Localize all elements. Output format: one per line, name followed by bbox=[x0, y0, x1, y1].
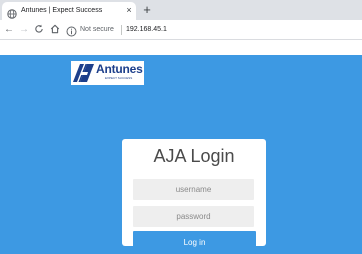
login-form: Log in bbox=[122, 139, 266, 254]
globe-icon bbox=[7, 6, 17, 19]
security-status: Not secure bbox=[80, 26, 114, 33]
reload-icon[interactable] bbox=[32, 22, 46, 37]
logo-mark-icon bbox=[73, 64, 94, 82]
tab-close-icon[interactable]: × bbox=[124, 5, 134, 16]
tab-title: Antunes | Expect Success bbox=[21, 7, 103, 14]
logo-name: Antunes bbox=[96, 62, 143, 76]
url-text[interactable]: 192.168.45.1 bbox=[126, 24, 167, 36]
forward-arrow-icon[interactable]: → bbox=[17, 22, 31, 37]
page-top-strip bbox=[0, 41, 362, 55]
omnibox-divider bbox=[121, 25, 122, 35]
home-icon[interactable] bbox=[48, 22, 62, 37]
tab-strip: Antunes | Expect Success × + bbox=[0, 0, 362, 20]
browser-tab[interactable]: Antunes | Expect Success × bbox=[2, 2, 136, 20]
info-icon[interactable] bbox=[66, 24, 77, 37]
browser-toolbar: ← → Not secure 192.168.45.1 bbox=[0, 20, 362, 40]
logo-tagline: EXPECT SUCCESS bbox=[105, 76, 133, 80]
login-card: AJA Login Log in bbox=[122, 139, 266, 254]
username-input[interactable] bbox=[133, 179, 254, 200]
address-bar[interactable]: Not secure 192.168.45.1 bbox=[66, 23, 360, 37]
antunes-logo: Antunes EXPECT SUCCESS bbox=[71, 61, 144, 85]
login-button[interactable]: Log in bbox=[133, 231, 256, 254]
back-arrow-icon[interactable]: ← bbox=[2, 22, 16, 37]
new-tab-button[interactable]: + bbox=[140, 2, 154, 18]
password-input[interactable] bbox=[133, 206, 254, 227]
